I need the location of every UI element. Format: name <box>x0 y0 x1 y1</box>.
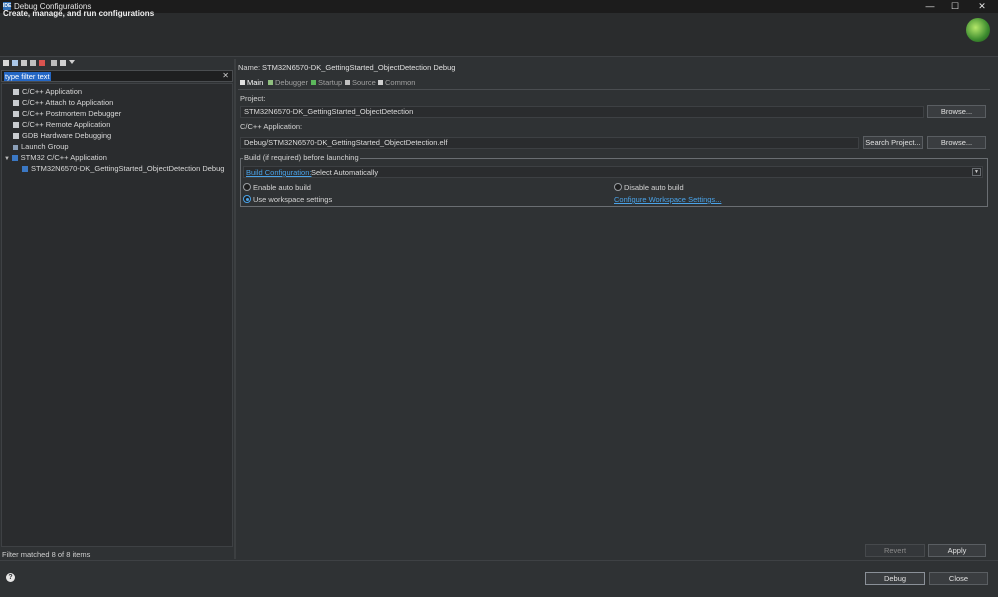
export-icon[interactable] <box>21 60 27 66</box>
startup-tab-icon <box>311 80 316 85</box>
c-remote-icon <box>13 122 19 128</box>
debug-logo-icon <box>966 18 990 42</box>
debugger-tab-icon <box>268 80 273 85</box>
project-field[interactable]: STM32N6570-DK_GettingStarted_ObjectDetec… <box>240 106 924 118</box>
build-config-link[interactable]: Build Configuration: <box>246 168 311 177</box>
tab-main[interactable]: Main <box>240 77 263 89</box>
header-title: Create, manage, and run configurations <box>3 9 155 18</box>
gdb-hw-icon <box>13 133 19 139</box>
tree-item-launch-group[interactable]: Launch Group <box>13 141 69 152</box>
search-project-button[interactable]: Search Project... <box>863 136 923 149</box>
app-label: C/C++ Application: <box>240 122 303 131</box>
project-label: Project: <box>240 94 266 103</box>
revert-button[interactable]: Revert <box>865 544 925 557</box>
collapse-all-icon[interactable] <box>51 60 57 66</box>
use-workspace-label: Use workspace settings <box>253 195 333 204</box>
launch-group-icon <box>13 145 18 150</box>
tree-item-stm32-app[interactable]: ▼ STM32 C/C++ Application <box>4 152 107 163</box>
c-app-icon <box>13 89 19 95</box>
filter-input[interactable]: type filter text ✕ <box>1 70 233 82</box>
close-window-button[interactable]: ✕ <box>968 0 996 13</box>
chevron-down-icon[interactable]: ▼ <box>972 168 981 176</box>
tab-debugger[interactable]: Debugger <box>268 77 308 89</box>
configure-workspace-link[interactable]: Configure Workspace Settings... <box>614 195 721 204</box>
dialog-header <box>0 13 998 57</box>
view-menu-icon[interactable] <box>69 60 75 64</box>
source-tab-icon <box>345 80 350 85</box>
pane-splitter[interactable] <box>234 59 236 559</box>
new-config-icon[interactable] <box>3 60 9 66</box>
debug-button[interactable]: Debug <box>865 572 925 585</box>
tab-source[interactable]: Source <box>345 77 376 89</box>
c-attach-icon <box>13 100 19 106</box>
use-workspace-radio[interactable] <box>243 195 251 203</box>
dialog-footer <box>0 560 998 597</box>
tree-item-gdb-hardware[interactable]: GDB Hardware Debugging <box>13 130 111 141</box>
enable-auto-build-radio[interactable] <box>243 183 251 191</box>
minimize-button[interactable]: — <box>916 0 944 13</box>
tree-item-object-detection-debug[interactable]: STM32N6570-DK_GettingStarted_ObjectDetec… <box>22 163 224 174</box>
help-icon[interactable]: ? <box>6 573 15 582</box>
tab-common[interactable]: Common <box>378 77 415 89</box>
tree-item-c-remote[interactable]: C/C++ Remote Application <box>13 119 110 130</box>
config-toolbar <box>1 59 233 68</box>
config-tree[interactable]: C/C++ Application C/C++ Attach to Applic… <box>1 83 233 547</box>
browse-app-button[interactable]: Browse... <box>927 136 986 149</box>
enable-auto-build-label: Enable auto build <box>253 183 311 192</box>
filter-input-text[interactable]: type filter text <box>4 72 51 81</box>
c-postmortem-icon <box>13 111 19 117</box>
maximize-button[interactable]: ☐ <box>941 0 969 13</box>
close-button[interactable]: Close <box>929 572 988 585</box>
new-prototype-icon[interactable] <box>12 60 18 66</box>
delete-icon[interactable] <box>39 60 45 66</box>
tree-item-c-attach[interactable]: C/C++ Attach to Application <box>13 97 113 108</box>
clear-filter-icon[interactable]: ✕ <box>222 71 229 81</box>
tree-item-c-application[interactable]: C/C++ Application <box>13 86 82 97</box>
config-tabs: Main Debugger Startup Source Common <box>238 77 990 89</box>
build-group-title: Build (if required) before launching <box>243 153 360 162</box>
apply-button[interactable]: Apply <box>928 544 986 557</box>
disable-auto-build-label: Disable auto build <box>624 183 684 192</box>
chevron-down-icon[interactable]: ▼ <box>4 156 12 162</box>
duplicate-icon[interactable] <box>30 60 36 66</box>
build-config-value: Select Automatically <box>311 168 379 177</box>
common-tab-icon <box>378 80 383 85</box>
filter-icon[interactable] <box>60 60 66 66</box>
name-label: Name: <box>238 63 261 72</box>
name-field[interactable]: STM32N6570-DK_GettingStarted_ObjectDetec… <box>262 63 455 72</box>
tab-startup[interactable]: Startup <box>311 77 342 89</box>
tree-item-c-postmortem[interactable]: C/C++ Postmortem Debugger <box>13 108 121 119</box>
stm32-icon <box>11 155 18 161</box>
disable-auto-build-radio[interactable] <box>614 183 622 191</box>
build-config-select[interactable]: Build Configuration: Select Automaticall… <box>243 166 983 178</box>
config-icon <box>22 166 28 172</box>
filter-status: Filter matched 8 of 8 items <box>2 550 91 559</box>
main-tab-icon <box>240 80 245 85</box>
browse-project-button[interactable]: Browse... <box>927 105 986 118</box>
app-field[interactable]: Debug/STM32N6570-DK_GettingStarted_Objec… <box>240 137 859 149</box>
